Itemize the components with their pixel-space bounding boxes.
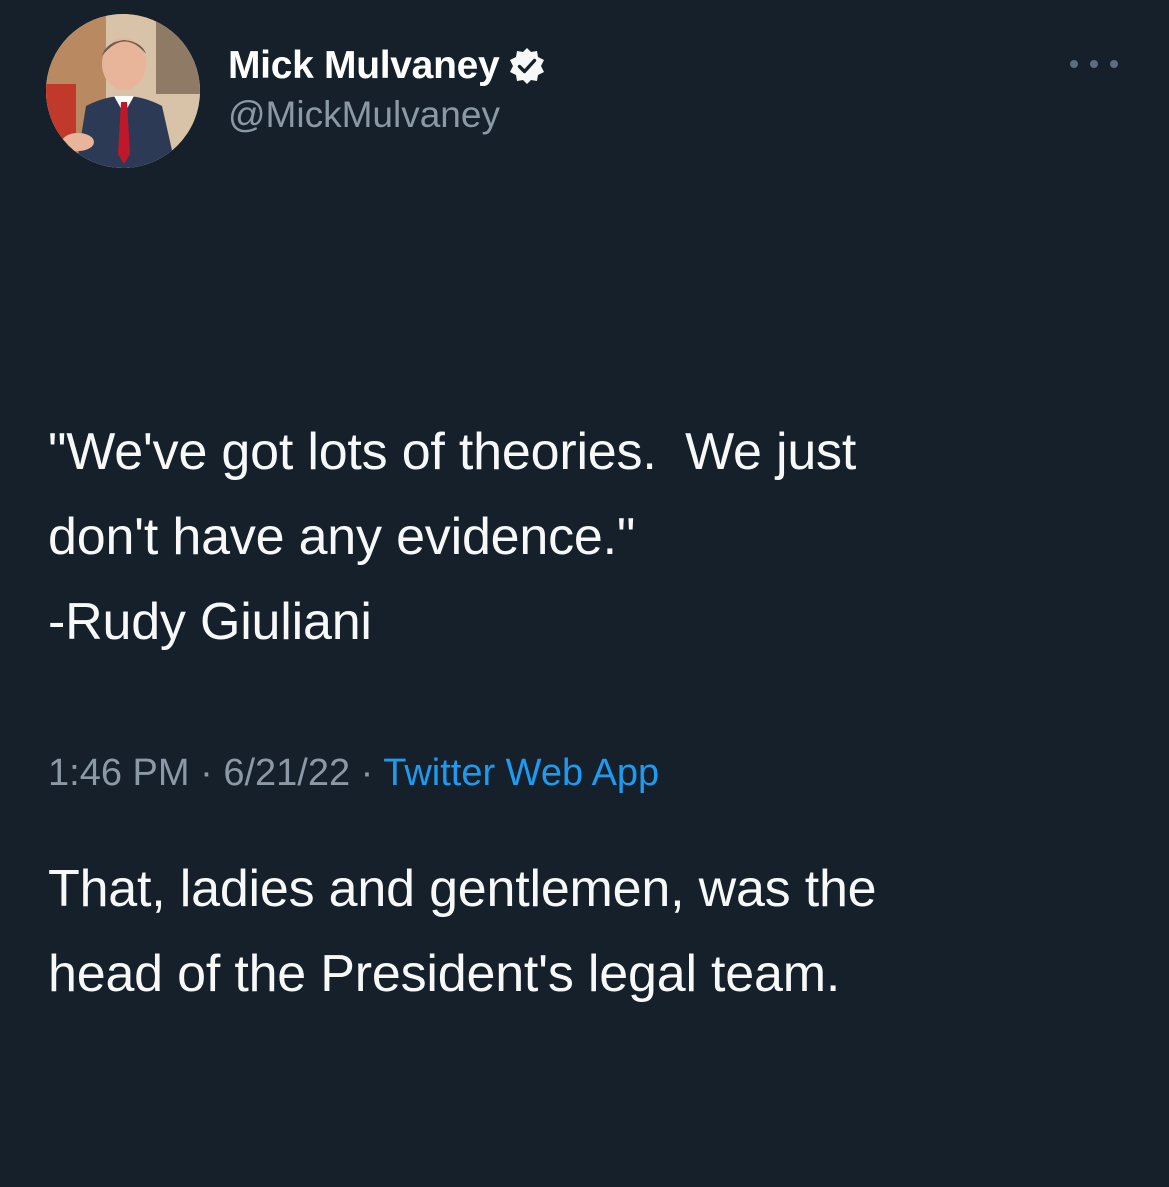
more-dot xyxy=(1090,60,1098,68)
quote-line: don't have any evidence." xyxy=(48,508,636,566)
tweet-comment: That, ladies and gentlemen, was the head… xyxy=(48,847,1128,1017)
tweet-time[interactable]: 1:46 PM xyxy=(48,752,190,794)
tweet-meta: 1:46 PM · 6/21/22 · Twitter Web App xyxy=(48,752,659,795)
comment-line: head of the President's legal team. xyxy=(48,945,841,1003)
tweet-quote: "We've got lots of theories. We just don… xyxy=(48,410,1128,665)
avatar[interactable] xyxy=(46,14,200,168)
more-dot xyxy=(1070,60,1078,68)
author-block: Mick Mulvaney @MickMulvaney xyxy=(228,40,547,136)
handle[interactable]: @MickMulvaney xyxy=(228,94,547,136)
tweet-date[interactable]: 6/21/22 xyxy=(223,752,350,794)
meta-separator: · xyxy=(360,752,374,794)
more-dot xyxy=(1110,60,1118,68)
name-row: Mick Mulvaney xyxy=(228,40,547,92)
tweet-text: "We've got lots of theories. We just don… xyxy=(48,240,1128,1187)
comment-line: That, ladies and gentlemen, was the xyxy=(48,860,877,918)
tweet: Mick Mulvaney @MickMulvaney "We've got l… xyxy=(0,0,1169,1003)
quote-line: "We've got lots of theories. We just xyxy=(48,423,857,481)
quote-attribution: -Rudy Giuliani xyxy=(48,593,372,651)
display-name[interactable]: Mick Mulvaney xyxy=(228,44,500,88)
more-options-icon[interactable] xyxy=(1070,50,1118,78)
verified-badge-icon xyxy=(507,46,547,86)
meta-separator: · xyxy=(200,752,213,794)
tweet-source-link[interactable]: Twitter Web App xyxy=(383,752,659,794)
